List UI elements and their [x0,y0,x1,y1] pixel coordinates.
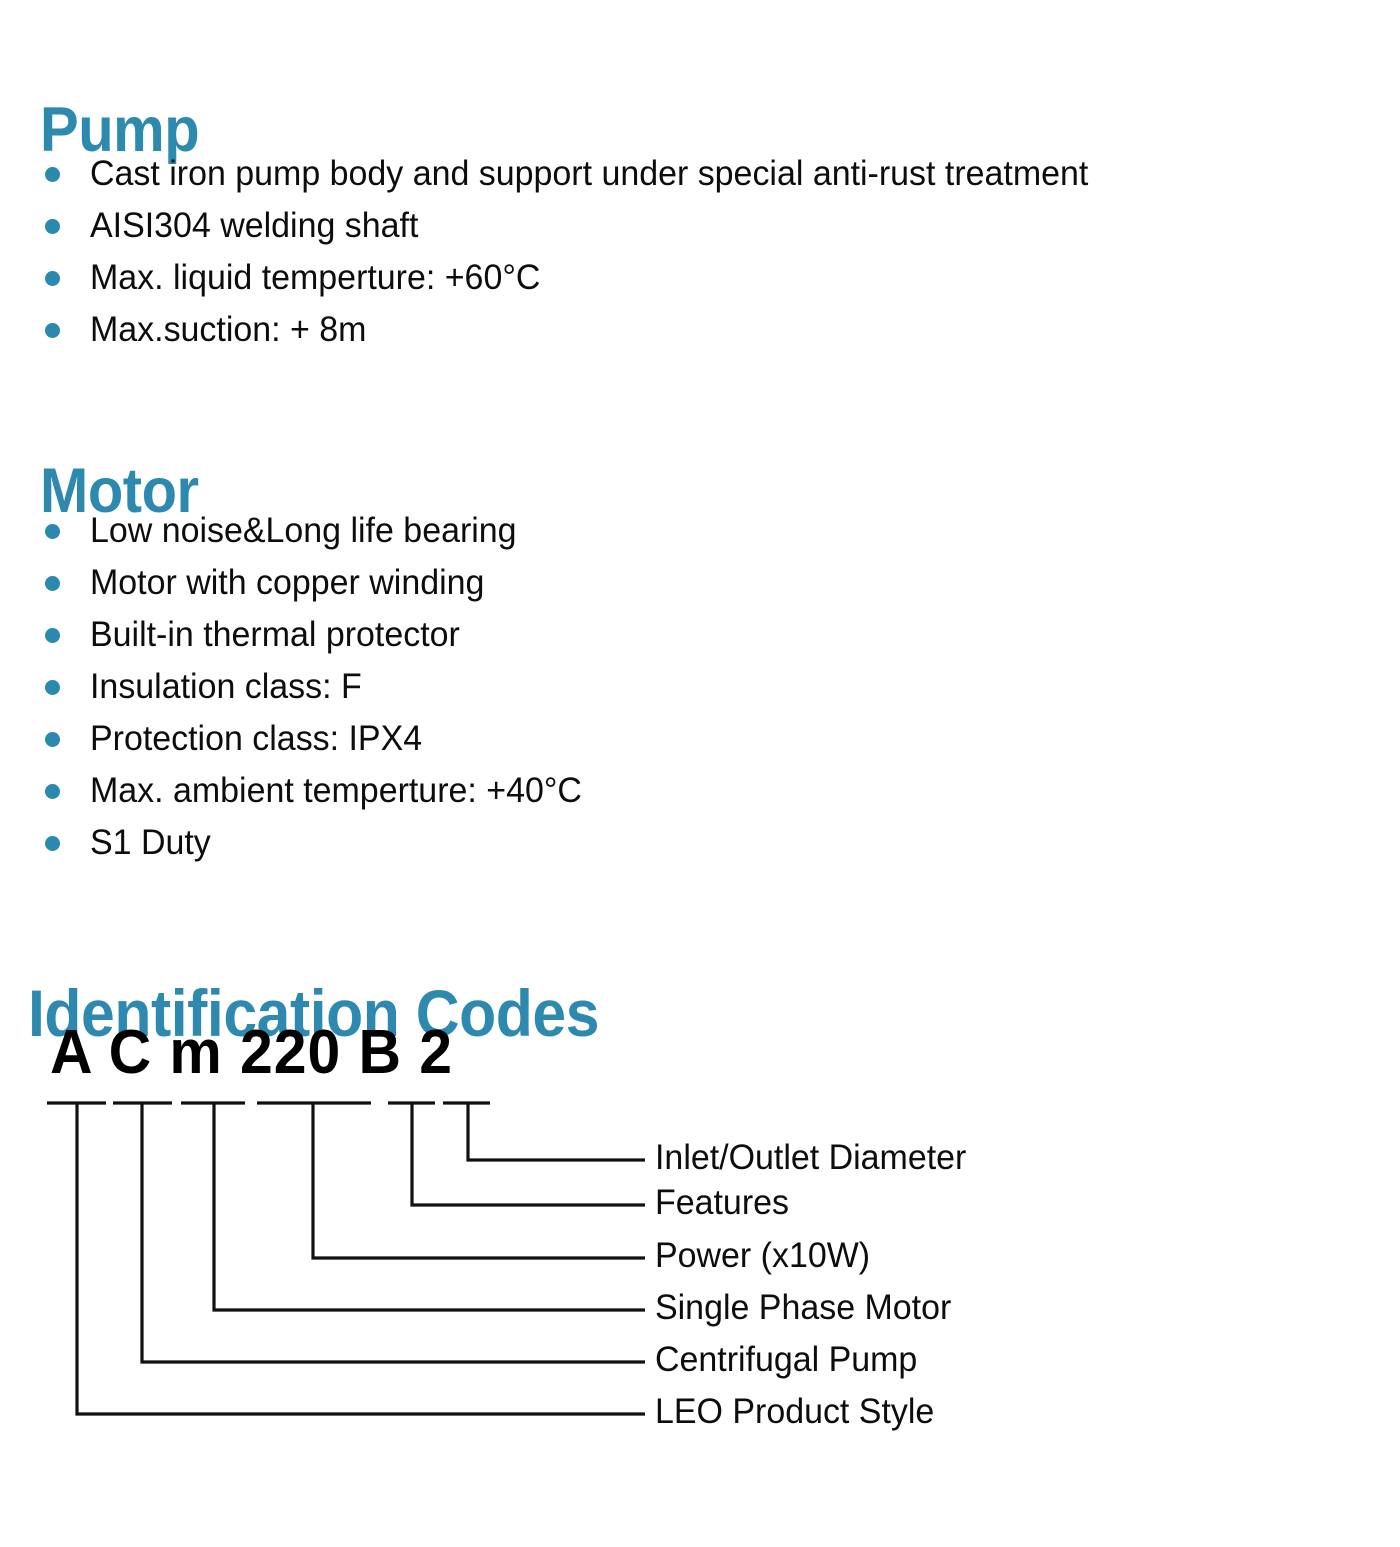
bullet-dot-icon [45,271,60,286]
list-item-label: Built-in thermal protector [90,615,460,654]
code-label-leo-product-style: LEO Product Style [655,1392,935,1431]
list-item-label: AISI304 welding shaft [90,206,419,245]
list-item-label: Low noise&Long life bearing [90,511,517,550]
leader-power [311,1103,645,1260]
list-item-label: Max.suction: + 8m [90,310,367,349]
list-item: Built-in thermal protector [44,609,597,661]
bullet-dot-icon [45,784,60,799]
bullet-dot-icon [45,732,60,747]
list-item-label: Insulation class: F [90,667,362,706]
leader-features [410,1103,645,1207]
list-item: Motor with copper winding [44,557,597,609]
motor-feature-list: Low noise&Long life bearing Motor with c… [44,505,597,869]
code-label-features: Features [655,1183,789,1222]
list-item: S1 Duty [44,817,597,869]
list-item: Max.suction: + 8m [44,304,1119,356]
list-item: Max. liquid temperture: +60°C [44,252,1119,304]
code-label-power: Power (x10W) [655,1236,871,1275]
list-item-label: Motor with copper winding [90,563,485,602]
list-item: Cast iron pump body and support under sp… [44,148,1119,200]
bullet-dot-icon [45,680,60,695]
leader-centrifugal-pump [140,1103,645,1364]
leader-leo-product-style [75,1103,645,1416]
bullet-dot-icon [45,167,60,182]
list-item: Low noise&Long life bearing [44,505,597,557]
leader-inlet-outlet-diameter [466,1103,645,1162]
bullet-dot-icon [45,323,60,338]
list-item: Max. ambient temperture: +40°C [44,765,597,817]
list-item: Protection class: IPX4 [44,713,597,765]
list-item-label: S1 Duty [90,823,211,862]
list-item-label: Protection class: IPX4 [90,719,423,758]
code-label-single-phase-motor: Single Phase Motor [655,1288,952,1327]
bullet-dot-icon [45,628,60,643]
list-item-label: Max. ambient temperture: +40°C [90,771,582,810]
code-label-centrifugal-pump: Centrifugal Pump [655,1340,918,1379]
bullet-dot-icon [45,524,60,539]
list-item-label: Max. liquid temperture: +60°C [90,258,541,297]
bullet-dot-icon [45,219,60,234]
list-item: Insulation class: F [44,661,597,713]
pump-feature-list: Cast iron pump body and support under sp… [44,148,1119,356]
code-label-inlet-outlet-diameter: Inlet/Outlet Diameter [655,1138,967,1177]
list-item-label: Cast iron pump body and support under sp… [90,154,1089,193]
bullet-dot-icon [45,836,60,851]
leader-single-phase-motor [212,1103,645,1312]
list-item: AISI304 welding shaft [44,200,1119,252]
identification-code-string: A C m 220 B 2 [50,1018,454,1087]
bullet-dot-icon [45,576,60,591]
specification-sheet: Pump Cast iron pump body and support und… [0,0,1400,1547]
